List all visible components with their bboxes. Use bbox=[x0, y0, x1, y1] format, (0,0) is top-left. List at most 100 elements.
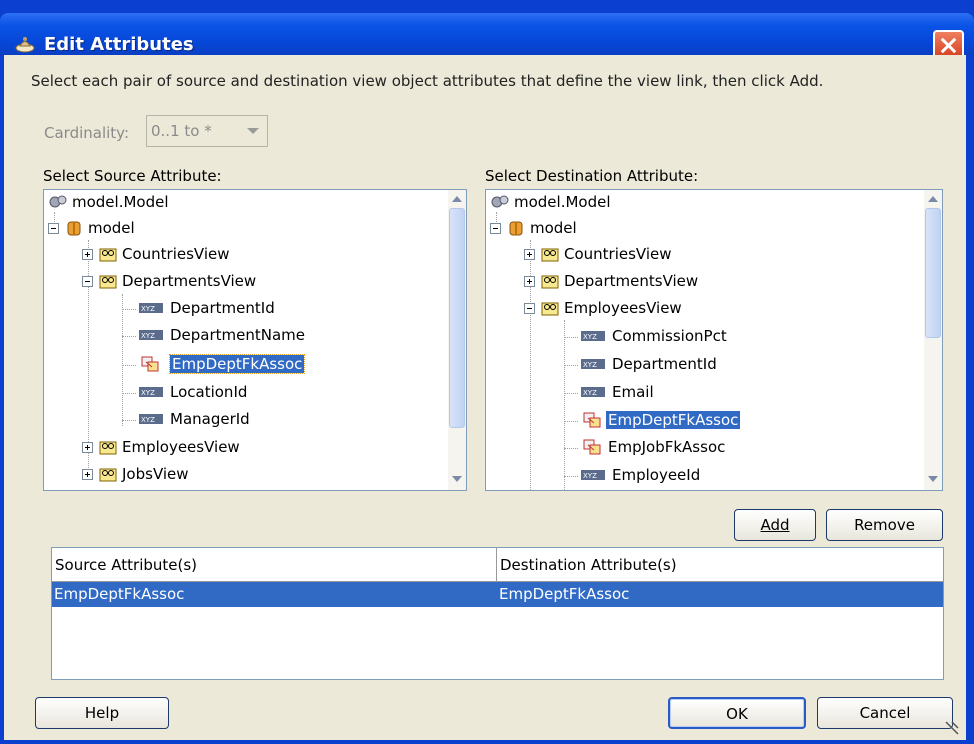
view-object-icon bbox=[99, 468, 117, 482]
tree-label: DepartmentName bbox=[170, 326, 306, 344]
ok-button[interactable]: OK bbox=[668, 697, 806, 729]
svg-text:XYZ: XYZ bbox=[583, 333, 597, 341]
cancel-button[interactable]: Cancel bbox=[817, 697, 953, 729]
remove-button-label: Remove bbox=[854, 516, 915, 534]
destination-tree[interactable]: model.Model model CountriesView Departme… bbox=[485, 189, 943, 491]
scroll-up-icon[interactable] bbox=[928, 196, 938, 202]
tree-guide-line bbox=[122, 393, 136, 394]
source-scrollbar[interactable] bbox=[448, 190, 466, 490]
tree-guide-line bbox=[564, 476, 578, 477]
tree-label: EmpDeptFkAssoc bbox=[606, 411, 741, 429]
svg-text:XYZ: XYZ bbox=[583, 361, 597, 369]
association-icon bbox=[141, 356, 159, 372]
gear-icon bbox=[491, 195, 509, 208]
scroll-down-icon[interactable] bbox=[452, 476, 462, 482]
tree-guide-line bbox=[122, 294, 123, 426]
tree-guide-line bbox=[564, 337, 578, 338]
expand-icon[interactable] bbox=[524, 249, 535, 260]
attribute-icon: XYZ bbox=[581, 470, 605, 480]
tree-label: model.Model bbox=[72, 193, 169, 211]
expand-icon[interactable] bbox=[524, 276, 535, 287]
cancel-button-label: Cancel bbox=[859, 704, 911, 722]
scroll-up-icon[interactable] bbox=[452, 196, 462, 202]
tree-guide-line bbox=[122, 309, 136, 310]
tree-label: EmpJobFkAssoc bbox=[608, 438, 726, 456]
chevron-down-icon bbox=[247, 128, 259, 134]
collapse-icon[interactable] bbox=[490, 223, 501, 234]
view-object-icon bbox=[99, 248, 117, 262]
expand-icon[interactable] bbox=[82, 469, 93, 480]
resize-grip-icon[interactable] bbox=[944, 718, 964, 738]
attribute-icon: XYZ bbox=[581, 331, 605, 341]
view-object-icon bbox=[99, 275, 117, 289]
tree-label: CountriesView bbox=[564, 245, 672, 263]
expand-icon[interactable] bbox=[82, 442, 93, 453]
scroll-down-icon[interactable] bbox=[928, 476, 938, 482]
tree-label: DepartmentId bbox=[612, 355, 717, 373]
table-cell-destination[interactable]: EmpDeptFkAssoc bbox=[497, 582, 943, 607]
cardinality-value: 0..1 to * bbox=[151, 122, 212, 140]
cardinality-label-text: Cardinality: bbox=[44, 124, 130, 142]
source-tree[interactable]: model.Model model CountriesView Departme… bbox=[43, 189, 467, 491]
view-object-icon bbox=[541, 248, 559, 262]
tree-guide-line bbox=[122, 420, 136, 421]
app-icon bbox=[15, 37, 35, 53]
column-header-source[interactable]: Source Attribute(s) bbox=[52, 548, 497, 582]
collapse-icon[interactable] bbox=[82, 276, 93, 287]
view-object-icon bbox=[541, 275, 559, 289]
remove-button[interactable]: Remove bbox=[826, 509, 943, 541]
collapse-icon[interactable] bbox=[524, 303, 535, 314]
tree-label: DepartmentsView bbox=[122, 272, 257, 290]
tree-label: LocationId bbox=[170, 383, 248, 401]
package-icon bbox=[67, 221, 81, 236]
help-button[interactable]: Help bbox=[35, 697, 169, 729]
destination-scrollbar[interactable] bbox=[924, 190, 942, 490]
attribute-icon: XYZ bbox=[139, 414, 163, 424]
tree-guide-line bbox=[564, 421, 578, 422]
title-bar[interactable]: Edit Attributes bbox=[0, 13, 974, 61]
column-header-destination[interactable]: Destination Attribute(s) bbox=[497, 548, 943, 582]
instruction-text: Select each pair of source and destinati… bbox=[31, 72, 824, 90]
package-icon bbox=[509, 221, 523, 236]
tree-label: EmployeesView bbox=[122, 438, 240, 456]
tree-label: model.Model bbox=[514, 193, 611, 211]
svg-text:XYZ: XYZ bbox=[583, 389, 597, 397]
attribute-pairs-table[interactable]: Source Attribute(s) Destination Attribut… bbox=[51, 547, 944, 680]
add-button[interactable]: Add bbox=[734, 509, 816, 541]
tree-label: EmployeeId bbox=[612, 466, 701, 484]
table-cell-source[interactable]: EmpDeptFkAssoc bbox=[52, 582, 497, 607]
association-icon bbox=[583, 412, 601, 428]
tree-label: EmpDeptFkAssoc bbox=[168, 354, 306, 374]
ok-button-label: OK bbox=[726, 705, 748, 723]
svg-text:XYZ: XYZ bbox=[583, 472, 597, 480]
tree-guide-line bbox=[564, 365, 578, 366]
help-button-label: Help bbox=[84, 704, 120, 722]
expand-icon[interactable] bbox=[82, 249, 93, 260]
tree-guide-line bbox=[564, 393, 578, 394]
view-object-icon bbox=[541, 302, 559, 316]
tree-label: model bbox=[88, 219, 135, 237]
attribute-icon: XYZ bbox=[581, 387, 605, 397]
tree-label: DepartmentsView bbox=[564, 272, 699, 290]
tree-label: CountriesView bbox=[122, 245, 230, 263]
svg-text:XYZ: XYZ bbox=[141, 416, 155, 424]
cardinality-select[interactable]: 0..1 to * bbox=[146, 115, 268, 147]
destination-tree-label: Select Destination Attribute: bbox=[485, 167, 699, 185]
source-tree-label: Select Source Attribute: bbox=[43, 167, 222, 185]
tree-guide-line bbox=[122, 336, 136, 337]
attribute-icon: XYZ bbox=[139, 330, 163, 340]
scrollbar-thumb[interactable] bbox=[925, 208, 941, 338]
tree-label: EmployeesView bbox=[564, 299, 682, 317]
svg-text:XYZ: XYZ bbox=[141, 389, 155, 397]
add-button-label: Add bbox=[760, 516, 790, 534]
attribute-icon: XYZ bbox=[139, 387, 163, 397]
attribute-icon: XYZ bbox=[139, 303, 163, 313]
tree-label: CommissionPct bbox=[612, 327, 727, 345]
svg-text:XYZ: XYZ bbox=[141, 305, 155, 313]
scrollbar-thumb[interactable] bbox=[449, 208, 465, 428]
tree-label: ManagerId bbox=[170, 410, 250, 428]
association-icon bbox=[583, 439, 601, 455]
tree-guide-line bbox=[564, 448, 578, 449]
collapse-icon[interactable] bbox=[48, 223, 59, 234]
svg-text:XYZ: XYZ bbox=[141, 332, 155, 340]
